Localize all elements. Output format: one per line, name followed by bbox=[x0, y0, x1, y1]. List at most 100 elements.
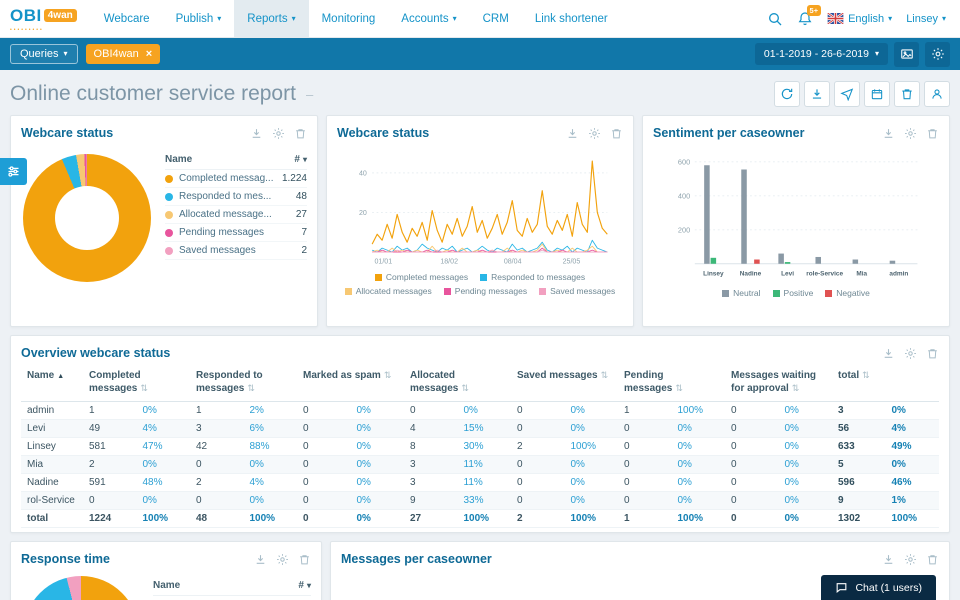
refresh-button[interactable] bbox=[774, 81, 800, 107]
notification-badge: 5+ bbox=[807, 5, 822, 16]
column-header-completed-messages[interactable]: Completed messages⇅ bbox=[83, 366, 190, 402]
column-header-responded-to-messages[interactable]: Responded to messages⇅ bbox=[190, 366, 297, 402]
cell-value: 1 bbox=[618, 510, 672, 528]
download-report-button[interactable] bbox=[804, 81, 830, 107]
table-row: Linsey58147%4288%00%830%2100%00%00%63349… bbox=[21, 438, 939, 456]
column-header-total[interactable]: total⇅ bbox=[832, 366, 939, 402]
card-settings-button[interactable] bbox=[276, 553, 289, 566]
cell-percent: 0% bbox=[244, 492, 298, 510]
cell-value: 27 bbox=[404, 510, 458, 528]
card-delete-button[interactable] bbox=[926, 127, 939, 140]
legend-item: Pending messages7 bbox=[165, 224, 307, 242]
logo[interactable]: OBI 4wan ••••••••• bbox=[0, 0, 91, 37]
nav-item-reports[interactable]: Reports▾ bbox=[234, 0, 308, 37]
calendar-icon bbox=[870, 87, 884, 101]
cell-value: 0 bbox=[511, 474, 565, 492]
column-header-saved-messages[interactable]: Saved messages⇅ bbox=[511, 366, 618, 402]
card-title: Webcare status bbox=[337, 126, 429, 140]
dashboard-settings-button[interactable] bbox=[925, 42, 950, 67]
card-sentiment-per-caseowner: Sentiment per caseowner 200400600LinseyN… bbox=[642, 115, 950, 327]
cell-value: 0 bbox=[297, 456, 351, 474]
column-header-messages-waiting-for-approval[interactable]: Messages waiting for approval⇅ bbox=[725, 366, 832, 402]
donut-legend: Name #▾ bbox=[153, 578, 311, 596]
table-total-row: total1224100%48100%00%27100%2100%1100%00… bbox=[21, 510, 939, 528]
flag-icon bbox=[827, 13, 844, 24]
line-chart-legend: Completed messages Responded to messages… bbox=[337, 272, 623, 296]
cell-value: 0 bbox=[618, 438, 672, 456]
filter-tag-obi4wan[interactable]: OBI4wan × bbox=[86, 44, 161, 64]
card-download-button[interactable] bbox=[882, 127, 895, 140]
nav-item-webcare[interactable]: Webcare bbox=[91, 0, 163, 37]
cell-value: 0 bbox=[297, 420, 351, 438]
cell-value: 42 bbox=[190, 438, 244, 456]
legend-header-count[interactable]: #▾ bbox=[298, 580, 311, 591]
trash-icon bbox=[926, 347, 939, 360]
nav-item-accounts[interactable]: Accounts▾ bbox=[388, 0, 469, 37]
series-swatch bbox=[480, 274, 487, 281]
cell-percent: 46% bbox=[886, 474, 940, 492]
date-range-picker[interactable]: 01-1-2019 - 26-6-2019 ▾ bbox=[755, 43, 888, 65]
user-menu[interactable]: Linsey ▾ bbox=[906, 13, 946, 25]
nav-item-link-shortener[interactable]: Link shortener bbox=[522, 0, 621, 37]
card-settings-button[interactable] bbox=[904, 347, 917, 360]
export-image-button[interactable] bbox=[894, 42, 919, 67]
card-settings-button[interactable] bbox=[904, 553, 917, 566]
cell-percent: 0% bbox=[458, 402, 512, 420]
notifications-button[interactable]: 5+ bbox=[797, 11, 813, 27]
card-delete-button[interactable] bbox=[926, 553, 939, 566]
delete-report-button[interactable] bbox=[894, 81, 920, 107]
series-dot bbox=[165, 193, 173, 201]
cell-percent: 0% bbox=[244, 456, 298, 474]
gear-icon bbox=[272, 127, 285, 140]
card-delete-button[interactable] bbox=[298, 553, 311, 566]
legend-header-name[interactable]: Name bbox=[153, 580, 180, 591]
column-header-name[interactable]: Name▲ bbox=[21, 366, 83, 402]
card-settings-button[interactable] bbox=[904, 127, 917, 140]
card-delete-button[interactable] bbox=[610, 127, 623, 140]
trash-icon bbox=[926, 553, 939, 566]
card-settings-button[interactable] bbox=[588, 127, 601, 140]
share-user-button[interactable] bbox=[924, 81, 950, 107]
card-download-button[interactable] bbox=[882, 553, 895, 566]
sort-caret-icon: ▾ bbox=[303, 156, 307, 164]
send-report-button[interactable] bbox=[834, 81, 860, 107]
column-header-allocated-messages[interactable]: Allocated messages⇅ bbox=[404, 366, 511, 402]
cell-value: 0 bbox=[725, 510, 779, 528]
column-header-marked-as-spam[interactable]: Marked as spam⇅ bbox=[297, 366, 404, 402]
cell-percent: 0% bbox=[886, 456, 940, 474]
nav-item-monitoring[interactable]: Monitoring bbox=[309, 0, 389, 37]
schedule-report-button[interactable] bbox=[864, 81, 890, 107]
table-row: Mia20%00%00%311%00%00%00%50% bbox=[21, 456, 939, 474]
cell-percent: 0% bbox=[351, 510, 405, 528]
column-header-pending-messages[interactable]: Pending messages⇅ bbox=[618, 366, 725, 402]
chat-button[interactable]: Chat (1 users) bbox=[821, 575, 936, 600]
close-icon[interactable]: × bbox=[146, 48, 152, 60]
card-download-button[interactable] bbox=[566, 127, 579, 140]
download-icon bbox=[250, 127, 263, 140]
cell-value: 49 bbox=[83, 420, 137, 438]
nav-item-publish[interactable]: Publish▾ bbox=[163, 0, 235, 37]
card-delete-button[interactable] bbox=[294, 127, 307, 140]
cell-value: 0 bbox=[725, 474, 779, 492]
legend-item: Positive bbox=[773, 288, 814, 298]
card-download-button[interactable] bbox=[250, 127, 263, 140]
legend-header-count[interactable]: #▾ bbox=[294, 154, 307, 165]
queries-dropdown[interactable]: Queries ▾ bbox=[10, 44, 78, 64]
language-selector[interactable]: English ▾ bbox=[827, 13, 892, 25]
card-overview-webcare-status: Overview webcare status Name▲Completed m… bbox=[10, 335, 950, 533]
filter-toolbar: Queries ▾ OBI4wan × 01-1-2019 - 26-6-201… bbox=[0, 38, 960, 70]
card-delete-button[interactable] bbox=[926, 347, 939, 360]
filter-panel-toggle[interactable] bbox=[0, 158, 27, 185]
cell-value: 3 bbox=[404, 474, 458, 492]
search-button[interactable] bbox=[767, 11, 783, 27]
cell-value: 0 bbox=[297, 510, 351, 528]
chevron-down-icon: ▾ bbox=[453, 15, 457, 23]
legend-header-name[interactable]: Name bbox=[165, 154, 192, 165]
title-edit-hint[interactable]: – bbox=[306, 87, 313, 102]
cell-percent: 0% bbox=[779, 492, 833, 510]
card-settings-button[interactable] bbox=[272, 127, 285, 140]
card-download-button[interactable] bbox=[882, 347, 895, 360]
svg-text:Linsey: Linsey bbox=[703, 271, 724, 278]
nav-item-crm[interactable]: CRM bbox=[470, 0, 522, 37]
card-download-button[interactable] bbox=[254, 553, 267, 566]
